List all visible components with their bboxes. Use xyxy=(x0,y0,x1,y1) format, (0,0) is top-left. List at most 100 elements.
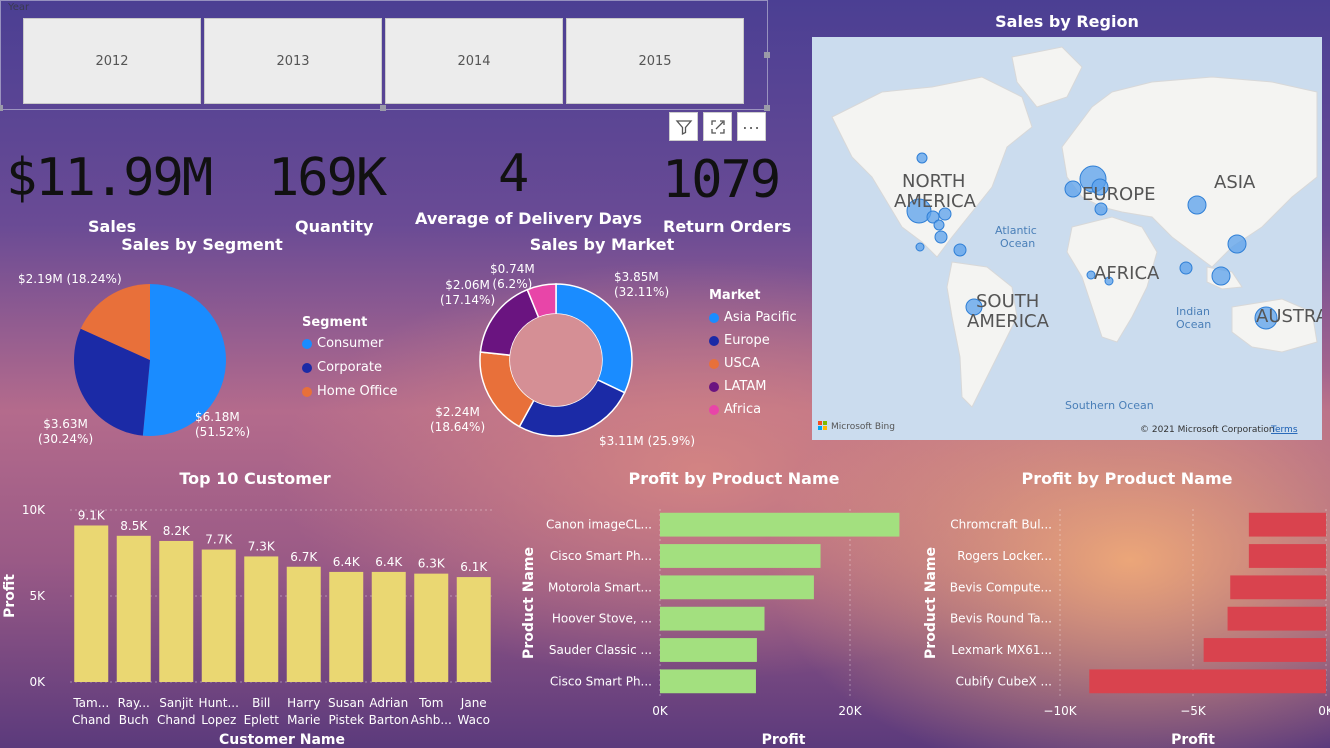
legend-item-consumer[interactable]: Consumer xyxy=(302,336,397,351)
map-bubble[interactable] xyxy=(1187,195,1207,215)
bar[interactable] xyxy=(660,544,821,568)
donut-hole xyxy=(510,314,602,406)
bar[interactable] xyxy=(201,549,236,682)
map-title: Sales by Region xyxy=(995,12,1139,31)
map-bubble[interactable] xyxy=(1211,266,1231,286)
segment-label-corporate: $3.63M (30.24%) xyxy=(38,417,93,447)
map-bubble[interactable] xyxy=(1064,180,1082,198)
bar[interactable] xyxy=(660,575,814,600)
map-bubble[interactable] xyxy=(934,230,948,244)
kpi-delivery-label: Average of Delivery Days xyxy=(415,209,642,228)
ocean-label: Indian xyxy=(1176,305,1210,318)
y-axis-title: Profit xyxy=(2,574,18,618)
more-options-button[interactable]: ... xyxy=(737,112,766,141)
legend-item-latam[interactable]: LATAM xyxy=(709,379,797,394)
bar[interactable] xyxy=(1203,638,1326,662)
kpi-quantity-label: Quantity xyxy=(295,217,374,236)
year-button-2015[interactable]: 2015 xyxy=(566,18,744,104)
slicer-title: Year xyxy=(8,2,30,13)
y-tick-label: 0K xyxy=(29,675,46,689)
ocean-label: Ocean xyxy=(1000,237,1035,250)
resize-handle[interactable] xyxy=(0,105,3,111)
focus-mode-icon xyxy=(710,119,725,134)
bar[interactable] xyxy=(286,566,321,682)
x-tick-label: Susan xyxy=(328,696,364,710)
map-label: AUSTRA xyxy=(1256,306,1322,327)
label-percent: (30.24%) xyxy=(38,432,94,446)
legend-label: Asia Pacific xyxy=(724,310,797,325)
filter-button[interactable] xyxy=(669,112,698,141)
bar[interactable] xyxy=(159,540,194,682)
bar[interactable] xyxy=(660,638,757,662)
x-axis-title: Profit xyxy=(1171,732,1215,748)
label-value: $0.74M xyxy=(490,262,535,276)
map-bubble[interactable] xyxy=(953,243,967,257)
world-map-graphic: NORTH AMERICA EUROPE ASIA AFRICA SOUTH A… xyxy=(818,46,1322,435)
map-label: ASIA xyxy=(1214,172,1256,193)
resize-handle[interactable] xyxy=(764,105,770,111)
bar[interactable] xyxy=(660,606,765,631)
x-tick-label: Bill xyxy=(252,696,270,710)
year-button-2014[interactable]: 2014 xyxy=(385,18,563,104)
focus-mode-button[interactable] xyxy=(703,112,732,141)
sales-map[interactable]: NORTH AMERICA EUROPE ASIA AFRICA SOUTH A… xyxy=(812,37,1322,440)
x-tick-label: Marie xyxy=(287,713,320,727)
label-value: $3.85M xyxy=(614,270,659,284)
legend-label: Consumer xyxy=(317,336,384,351)
bar[interactable] xyxy=(1227,606,1326,631)
bar[interactable] xyxy=(1248,544,1326,568)
svg-text:Microsoft Bing: Microsoft Bing xyxy=(831,422,895,432)
map-bubble[interactable] xyxy=(1227,234,1247,254)
bar[interactable] xyxy=(74,525,109,682)
label-percent: (17.14%) xyxy=(440,293,496,307)
legend-marker xyxy=(302,338,312,349)
map-bubble[interactable] xyxy=(916,152,928,164)
y-tick-label: Lexmark MX61... xyxy=(951,643,1052,657)
bar[interactable] xyxy=(456,577,491,682)
bar[interactable] xyxy=(660,669,756,694)
label-value: $2.06M xyxy=(445,278,490,292)
x-tick-label: Chand xyxy=(72,713,111,727)
x-tick-label: Lopez xyxy=(201,713,236,727)
bar[interactable] xyxy=(660,512,900,537)
bar[interactable] xyxy=(1248,512,1326,537)
map-bubble[interactable] xyxy=(1179,261,1193,275)
y-tick-label: 10K xyxy=(22,503,46,517)
market-label-latam: $2.06M (17.14%) xyxy=(440,278,495,308)
bar[interactable] xyxy=(116,535,151,682)
resize-handle[interactable] xyxy=(764,52,770,58)
bar[interactable] xyxy=(1230,575,1326,600)
legend-item-africa[interactable]: Africa xyxy=(709,402,797,417)
bar[interactable] xyxy=(414,573,449,682)
bar[interactable] xyxy=(329,571,364,682)
y-tick-label: Bevis Round Ta... xyxy=(950,612,1052,626)
map-terms-link[interactable]: Terms xyxy=(1270,425,1298,435)
label-value: $3.63M xyxy=(43,417,88,431)
bar[interactable] xyxy=(371,571,406,682)
legend-marker xyxy=(709,381,719,392)
market-label-africa: $0.74M (6.2%) xyxy=(490,262,535,292)
year-button-2013[interactable]: 2013 xyxy=(204,18,382,104)
x-tick-label: Waco xyxy=(458,713,490,727)
map-bubble[interactable] xyxy=(915,242,925,252)
y-tick-label: Cisco Smart Ph... xyxy=(550,674,652,688)
market-legend: Asia Pacific Europe USCA LATAM Africa xyxy=(709,310,797,417)
legend-item-europe[interactable]: Europe xyxy=(709,333,797,348)
legend-item-asia-pacific[interactable]: Asia Pacific xyxy=(709,310,797,325)
segment-legend-title: Segment xyxy=(302,315,368,330)
legend-item-home-office[interactable]: Home Office xyxy=(302,384,397,399)
legend-item-corporate[interactable]: Corporate xyxy=(302,360,397,375)
data-label: 6.4K xyxy=(375,555,403,569)
ocean-label: Atlantic xyxy=(995,224,1037,237)
year-button-2012[interactable]: 2012 xyxy=(23,18,201,104)
chart-title: Top 10 Customer xyxy=(179,469,330,488)
map-bubble[interactable] xyxy=(933,219,945,231)
more-options-icon: ... xyxy=(742,114,761,133)
legend-marker xyxy=(709,358,719,369)
bar[interactable] xyxy=(1089,669,1326,694)
legend-item-usca[interactable]: USCA xyxy=(709,356,797,371)
resize-handle[interactable] xyxy=(380,105,386,111)
bar[interactable] xyxy=(244,556,279,682)
y-tick-label: Cubify CubeX ... xyxy=(956,674,1052,688)
data-label: 7.7K xyxy=(205,533,233,547)
